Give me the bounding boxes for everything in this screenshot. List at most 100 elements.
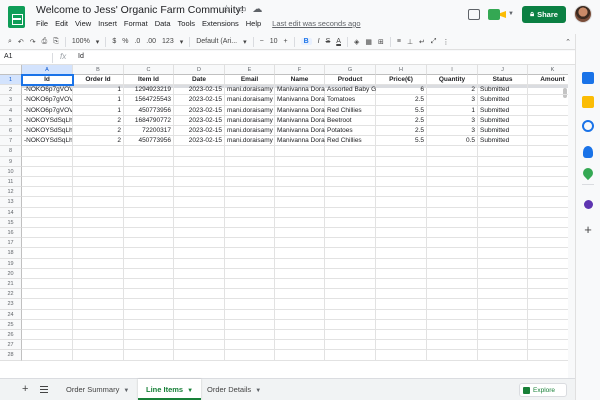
comment-history-icon[interactable] [468, 8, 480, 20]
row-header[interactable]: 13 [0, 197, 22, 208]
row-header[interactable]: 17 [0, 238, 22, 249]
empty-cell[interactable] [478, 268, 528, 279]
empty-cell[interactable] [225, 340, 275, 351]
empty-cell[interactable] [174, 248, 225, 259]
table-cell[interactable] [528, 95, 568, 106]
undo-icon[interactable]: ↶ [18, 38, 24, 46]
empty-cell[interactable] [376, 289, 427, 300]
menu-view[interactable]: View [75, 19, 91, 28]
row-header[interactable]: 24 [0, 309, 22, 320]
table-cell[interactable]: Manivanna Dora [275, 95, 325, 106]
empty-cell[interactable] [174, 156, 225, 167]
table-cell[interactable]: Red Chillies [325, 136, 376, 147]
font-size-input[interactable]: 10 [270, 38, 278, 45]
empty-cell[interactable] [174, 279, 225, 290]
last-edit-link[interactable]: Last edit was seconds ago [272, 19, 360, 28]
empty-cell[interactable] [225, 166, 275, 177]
row-header[interactable]: 20 [0, 268, 22, 279]
menu-tools[interactable]: Tools [178, 19, 196, 28]
print-icon[interactable]: ⎙ [42, 38, 48, 46]
vertical-align-icon[interactable]: ⊥ [407, 38, 413, 46]
empty-cell[interactable] [124, 340, 174, 351]
table-cell[interactable]: Submitted [478, 95, 528, 106]
empty-cell[interactable] [73, 217, 124, 228]
empty-cell[interactable] [22, 279, 73, 290]
document-title[interactable]: Welcome to Jess' Organic Farm Community! [36, 4, 244, 16]
table-cell[interactable]: 2023-02-15 [174, 85, 225, 96]
empty-cell[interactable] [325, 319, 376, 330]
row-header[interactable]: 27 [0, 340, 22, 351]
column-header[interactable]: I [427, 65, 478, 75]
table-cell[interactable]: 1294923219 [124, 85, 174, 96]
empty-cell[interactable] [528, 289, 568, 300]
formula-input[interactable]: Id [78, 53, 84, 60]
empty-cell[interactable] [275, 228, 325, 239]
empty-cell[interactable] [225, 268, 275, 279]
row-header[interactable]: 21 [0, 279, 22, 290]
calendar-icon[interactable] [582, 72, 594, 84]
empty-cell[interactable] [478, 289, 528, 300]
empty-cell[interactable] [325, 177, 376, 188]
table-cell[interactable]: 2023-02-15 [174, 115, 225, 126]
table-cell[interactable]: -NOKOYSdSqLh [22, 115, 73, 126]
table-cell[interactable]: 2 [73, 136, 124, 147]
empty-cell[interactable] [528, 228, 568, 239]
font-size-decrease-icon[interactable]: − [260, 38, 264, 45]
empty-cell[interactable] [174, 350, 225, 361]
header-cell[interactable]: Product [325, 75, 376, 86]
empty-cell[interactable] [225, 279, 275, 290]
empty-cell[interactable] [124, 279, 174, 290]
table-cell[interactable]: 2023-02-15 [174, 126, 225, 137]
empty-cell[interactable] [427, 340, 478, 351]
empty-cell[interactable] [225, 248, 275, 259]
empty-cell[interactable] [275, 289, 325, 300]
empty-cell[interactable] [325, 217, 376, 228]
table-cell[interactable]: 72200317 [124, 126, 174, 137]
empty-cell[interactable] [124, 309, 174, 320]
empty-cell[interactable] [174, 238, 225, 249]
header-cell[interactable]: Name [275, 75, 325, 86]
empty-cell[interactable] [174, 146, 225, 157]
empty-cell[interactable] [22, 309, 73, 320]
empty-cell[interactable] [22, 319, 73, 330]
menu-edit[interactable]: Edit [55, 19, 68, 28]
empty-cell[interactable] [73, 258, 124, 269]
table-cell[interactable]: 3 [427, 95, 478, 106]
header-cell[interactable]: Price(€) [376, 75, 427, 86]
menu-insert[interactable]: Insert [98, 19, 117, 28]
empty-cell[interactable] [124, 258, 174, 269]
empty-cell[interactable] [275, 197, 325, 208]
empty-cell[interactable] [225, 299, 275, 310]
table-cell[interactable]: 1684790772 [124, 115, 174, 126]
empty-cell[interactable] [73, 207, 124, 218]
empty-cell[interactable] [225, 156, 275, 167]
empty-cell[interactable] [225, 217, 275, 228]
table-cell[interactable]: Assorted Baby G [325, 85, 376, 96]
empty-cell[interactable] [225, 197, 275, 208]
menu-help[interactable]: Help [246, 19, 261, 28]
row-header[interactable]: 25 [0, 319, 22, 330]
fill-color-icon[interactable]: ◈ [354, 38, 359, 46]
move-folder-icon[interactable]: ▭ [237, 4, 246, 15]
column-header[interactable]: D [174, 65, 225, 75]
table-cell[interactable]: 5.5 [376, 105, 427, 116]
empty-cell[interactable] [275, 350, 325, 361]
header-cell[interactable]: Quantity [427, 75, 478, 86]
row-header[interactable]: 5 [0, 115, 22, 126]
menu-extensions[interactable]: Extensions [202, 19, 239, 28]
empty-cell[interactable] [124, 330, 174, 341]
empty-cell[interactable] [22, 207, 73, 218]
table-cell[interactable]: Manivanna Dora [275, 105, 325, 116]
empty-cell[interactable] [376, 319, 427, 330]
row-header[interactable]: 2 [0, 85, 22, 96]
empty-cell[interactable] [376, 207, 427, 218]
empty-cell[interactable] [376, 258, 427, 269]
tab-line-items[interactable]: Line Items ▼ [138, 379, 202, 400]
empty-cell[interactable] [325, 187, 376, 198]
row-header[interactable]: 18 [0, 248, 22, 259]
empty-cell[interactable] [174, 197, 225, 208]
row-header[interactable]: 26 [0, 330, 22, 341]
empty-cell[interactable] [275, 268, 325, 279]
empty-cell[interactable] [174, 319, 225, 330]
column-header[interactable]: G [325, 65, 376, 75]
